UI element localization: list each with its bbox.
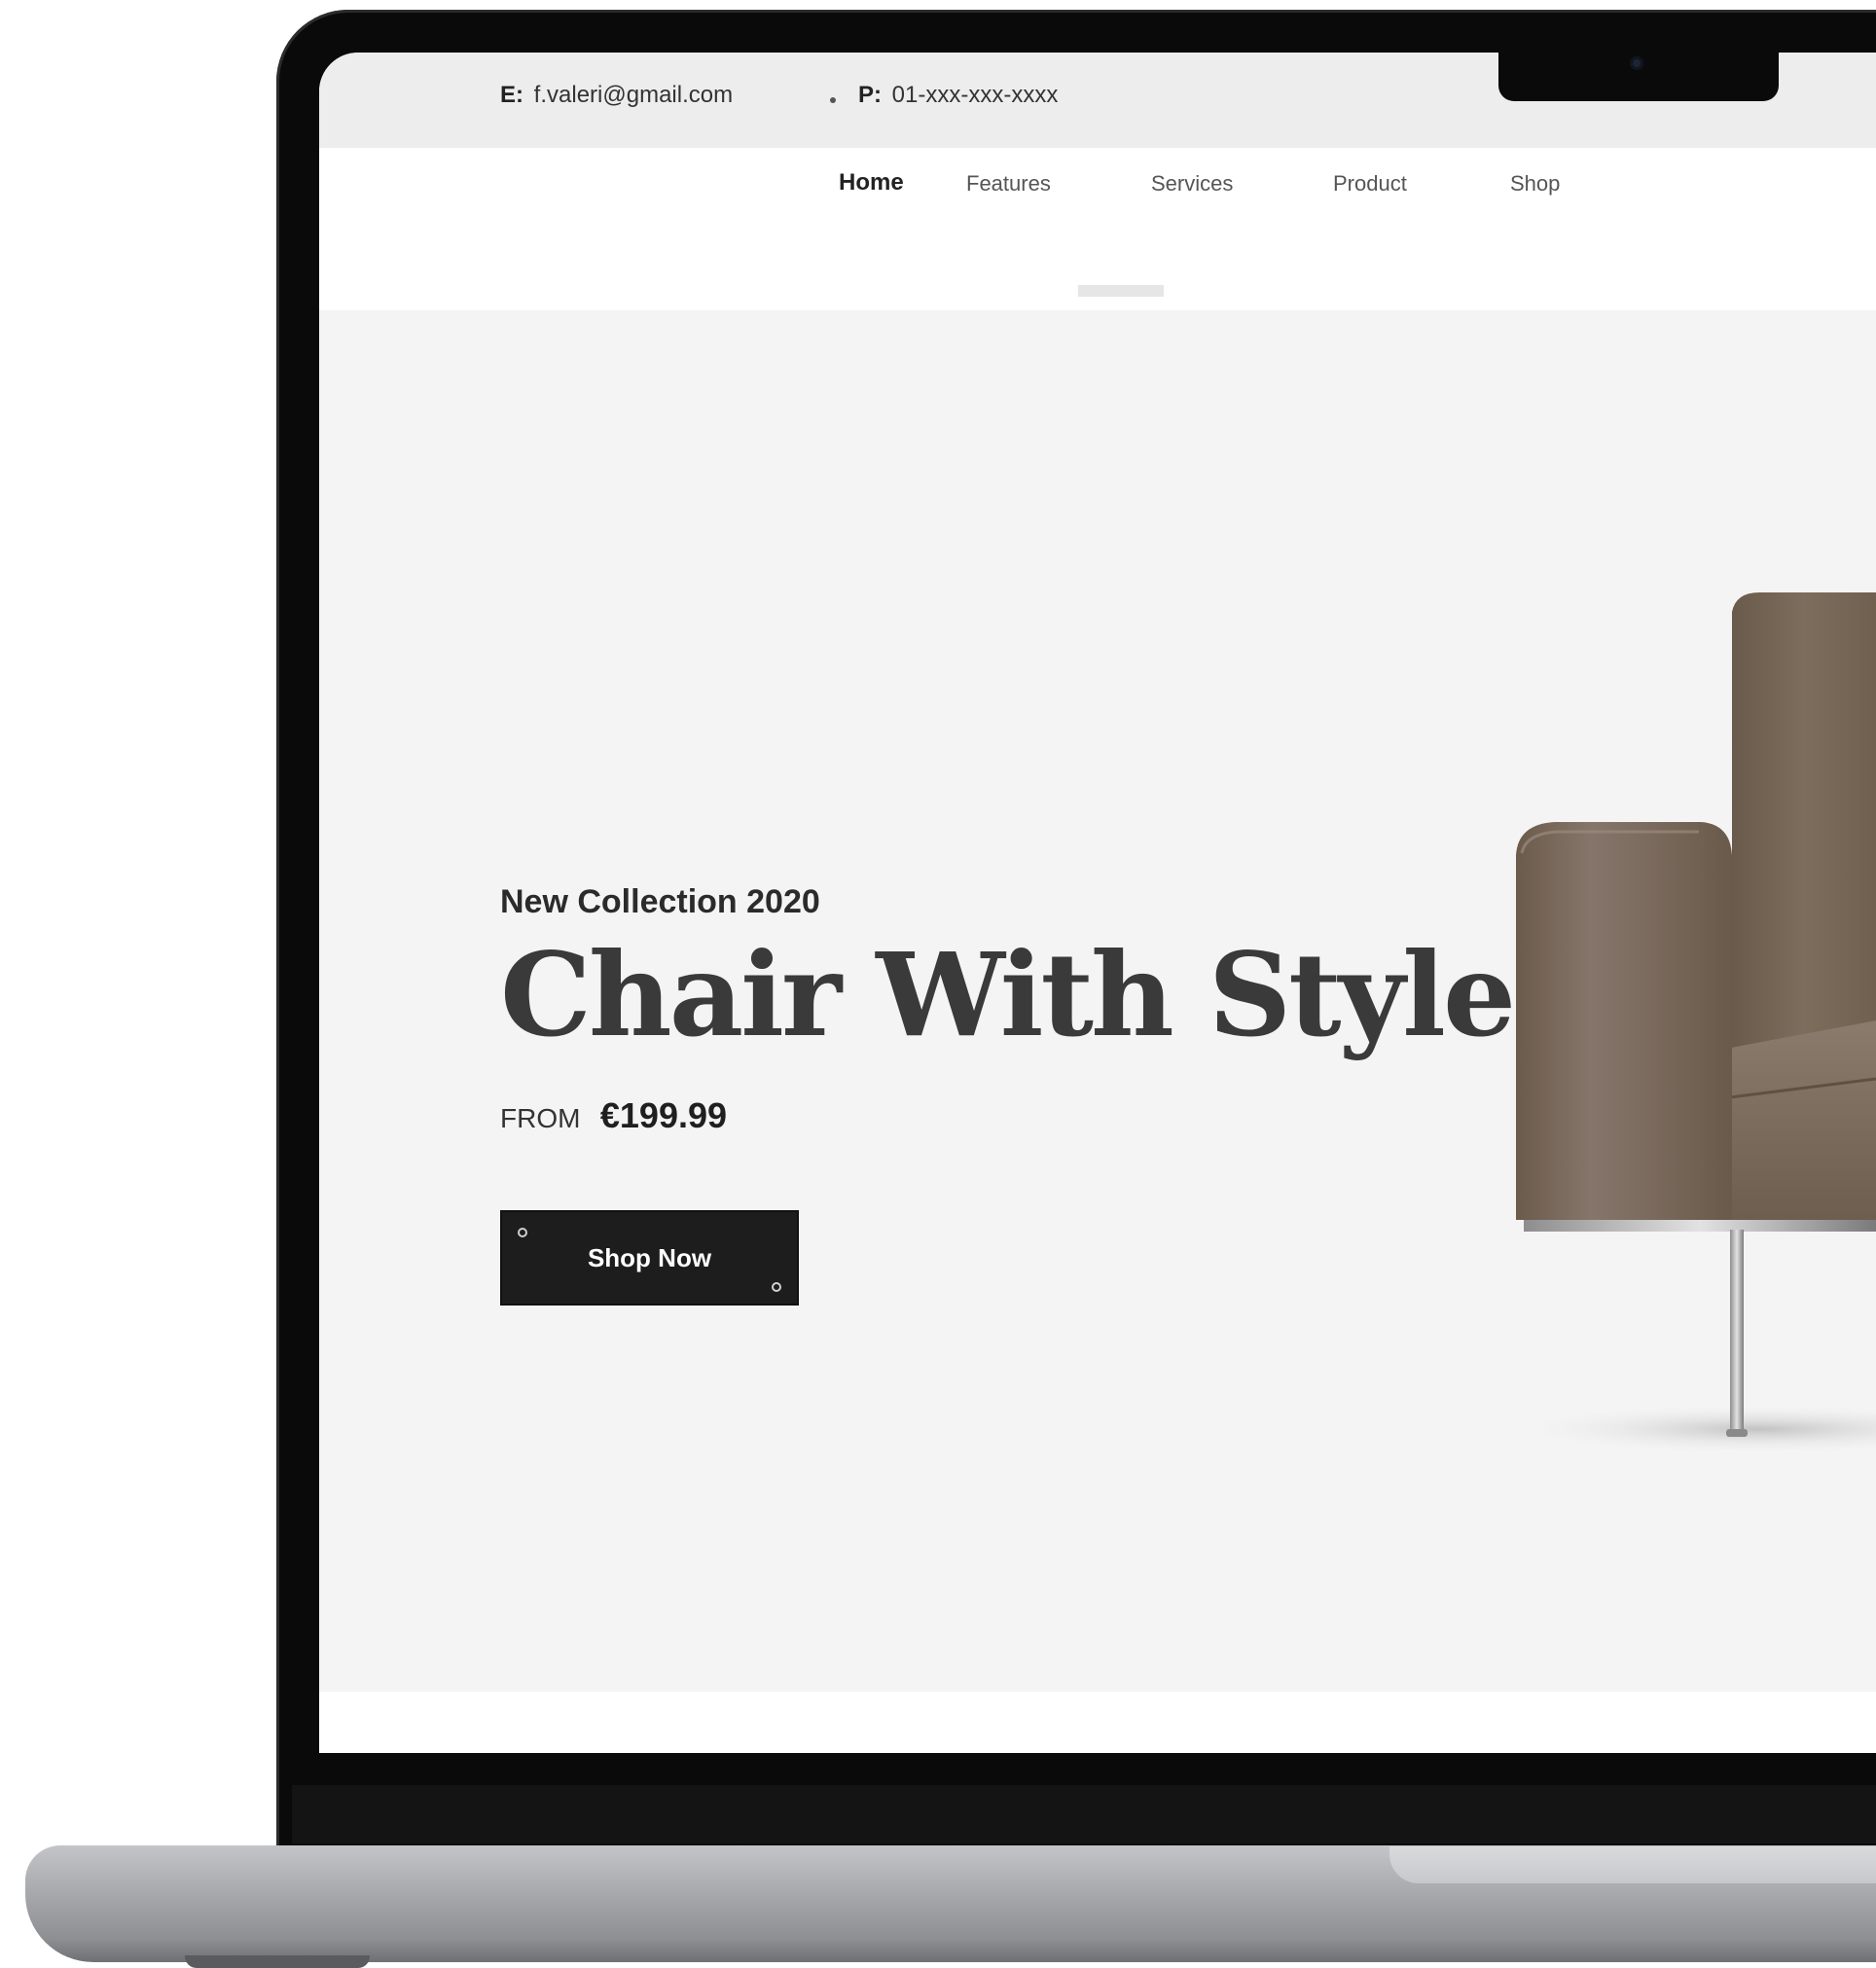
email-key: E: bbox=[500, 82, 523, 108]
brown-armchair-image bbox=[1506, 592, 1876, 1454]
ring-decoration-icon bbox=[518, 1228, 527, 1237]
phone-value[interactable]: 01-xxx-xxx-xxxx bbox=[892, 82, 1059, 108]
hero-headline: Chair With Style bbox=[500, 927, 1516, 1062]
section-divider bbox=[319, 1692, 1876, 1753]
laptop-base-opening-notch bbox=[1389, 1846, 1876, 1883]
ring-decoration-icon bbox=[772, 1282, 781, 1292]
phone-key: P: bbox=[858, 82, 882, 108]
browser-screen: E: f.valeri@gmail.com P: 01-xxx-xxx-xxxx… bbox=[319, 53, 1876, 1753]
laptop-bezel-chin bbox=[292, 1785, 1876, 1843]
laptop-foot bbox=[185, 1955, 370, 1968]
nav-active-indicator bbox=[1078, 285, 1164, 297]
nav-item-services[interactable]: Services bbox=[1151, 171, 1233, 197]
nav-item-product[interactable]: Product bbox=[1333, 171, 1407, 197]
hero-price: FROM €199.99 bbox=[500, 1095, 727, 1136]
hero-eyebrow: New Collection 2020 bbox=[500, 883, 820, 920]
laptop-mockup: E: f.valeri@gmail.com P: 01-xxx-xxx-xxxx… bbox=[0, 0, 1876, 1968]
contact-email[interactable]: E: f.valeri@gmail.com bbox=[500, 82, 733, 109]
email-value[interactable]: f.valeri@gmail.com bbox=[534, 82, 733, 108]
nav-item-shop[interactable]: Shop bbox=[1510, 171, 1560, 197]
shop-now-label: Shop Now bbox=[587, 1242, 712, 1272]
shop-now-button[interactable]: Shop Now bbox=[500, 1210, 799, 1306]
price-value: €199.99 bbox=[599, 1095, 728, 1135]
contact-phone[interactable]: P: 01-xxx-xxx-xxxx bbox=[858, 82, 1058, 109]
separator-dot-icon bbox=[830, 97, 836, 103]
price-prefix: FROM bbox=[500, 1103, 581, 1133]
nav-item-home[interactable]: Home bbox=[839, 169, 904, 197]
camera-icon bbox=[1630, 56, 1643, 70]
nav-item-features[interactable]: Features bbox=[966, 171, 1051, 197]
